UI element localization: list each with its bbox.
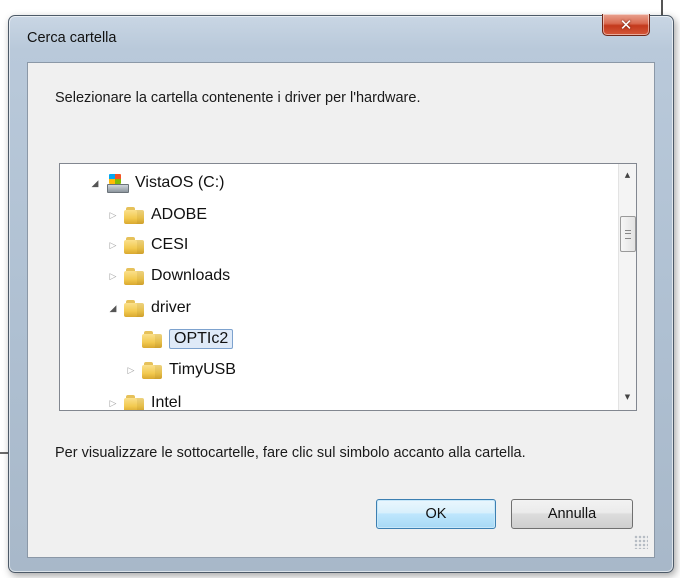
tree-item-label: TimyUSB [169,361,236,378]
tree-item-label: Downloads [151,267,231,284]
collapsed-triangle-icon[interactable]: ▷ [108,240,118,250]
tree-item-cesi[interactable]: ▷ CESI [108,232,188,258]
scrollbar-thumb[interactable] [620,216,636,252]
tree-item-label: CESI [151,236,189,253]
tree-item-label: driver [151,299,192,316]
folder-icon [124,267,144,285]
scroll-down-arrow-icon[interactable]: ▼ [619,388,636,405]
scroll-up-arrow-icon[interactable]: ▲ [619,166,636,183]
tree-item-label: Intel [151,394,182,411]
hard-drive-icon [106,173,129,193]
tree-item-adobe[interactable]: ▷ ADOBE [108,202,207,228]
tree-item-vistaos[interactable]: ◢ VistaOS (C:) [90,170,225,196]
folder-icon [124,236,144,254]
expanded-triangle-icon[interactable]: ◢ [90,178,100,188]
folder-tree-view[interactable]: ◢ VistaOS (C:) ▷ ADOBE ▷ CESI ▷ Download… [59,163,637,411]
folder-icon [124,206,144,224]
folder-icon [142,361,162,379]
tree-item-intel[interactable]: ▷ Intel [108,390,182,411]
expanded-triangle-icon[interactable]: ◢ [108,303,118,313]
folder-icon [124,394,144,410]
help-text: Per visualizzare le sottocartelle, fare … [55,445,526,461]
vertical-scrollbar[interactable]: ▲ ▼ [618,164,636,410]
close-button[interactable]: ✕ [602,14,650,36]
grip-icon [625,229,631,239]
collapsed-triangle-icon[interactable]: ▷ [108,398,118,408]
close-icon: ✕ [619,15,633,34]
resize-grip-icon[interactable] [634,535,648,549]
tree-item-driver[interactable]: ◢ driver [108,295,191,321]
collapsed-triangle-icon[interactable]: ▷ [108,271,118,281]
dialog-title: Cerca cartella [27,30,117,46]
collapsed-triangle-icon[interactable]: ▷ [108,210,118,220]
tree-item-label: ADOBE [151,206,208,223]
instruction-text: Selezionare la cartella contenente i dri… [55,90,421,106]
tree-item-optic2[interactable]: OPTIc2 [142,326,234,352]
ok-button[interactable]: OK [376,499,496,529]
collapsed-triangle-icon[interactable]: ▷ [126,365,136,375]
tree-item-downloads[interactable]: ▷ Downloads [108,263,230,289]
folder-icon [142,330,162,348]
cancel-button[interactable]: Annulla [511,499,633,529]
folder-icon [124,299,144,317]
tree-item-label: VistaOS (C:) [135,174,225,191]
tree-item-timyusb[interactable]: ▷ TimyUSB [126,357,236,383]
tree-item-label-selected: OPTIc2 [169,329,234,349]
